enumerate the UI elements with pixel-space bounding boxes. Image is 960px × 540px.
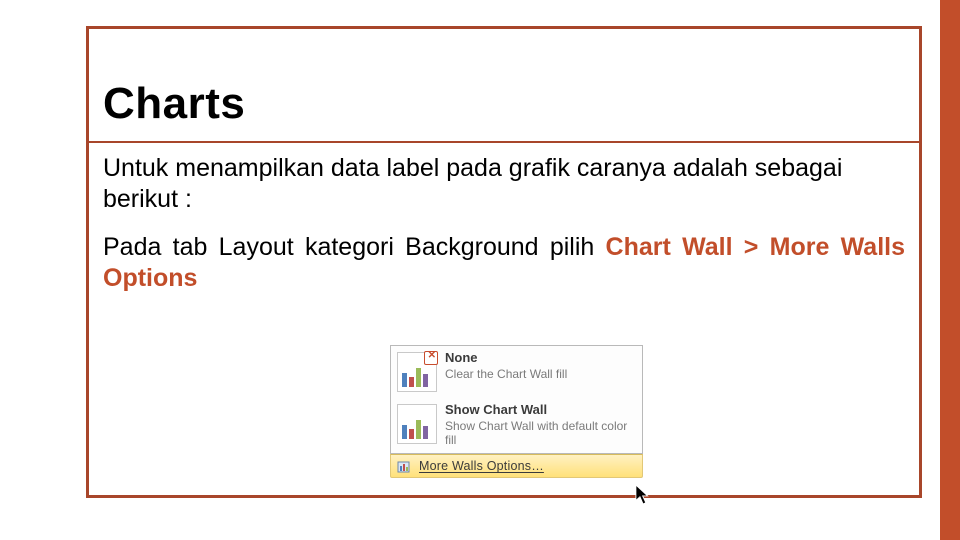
dropdown-item-none-title: None	[445, 350, 634, 366]
content-frame: Charts Untuk menampilkan data label pada…	[86, 26, 922, 498]
paragraph-2-text: Pada tab Layout kategori Background pili…	[103, 233, 606, 261]
dropdown-item-show-title: Show Chart Wall	[445, 402, 634, 418]
slide-title: Charts	[103, 79, 245, 129]
dropdown-item-none-desc: Clear the Chart Wall fill	[445, 367, 634, 381]
dropdown-item-more-options[interactable]: More Walls Options…	[390, 454, 643, 478]
more-walls-icon	[397, 459, 413, 475]
dropdown-item-show-desc: Show Chart Wall with default color fill	[445, 419, 634, 448]
chart-wall-dropdown: None Clear the Chart Wall fill Show Char…	[390, 345, 643, 478]
chart-wall-show-icon	[397, 404, 437, 444]
body-text: Untuk menampilkan data label pada grafik…	[103, 153, 905, 293]
paragraph-2: Pada tab Layout kategori Background pili…	[103, 232, 905, 293]
dropdown-item-none[interactable]: None Clear the Chart Wall fill	[391, 346, 642, 398]
dropdown-panel: None Clear the Chart Wall fill Show Char…	[390, 345, 643, 454]
title-rule	[89, 141, 919, 143]
dropdown-item-show[interactable]: Show Chart Wall Show Chart Wall with def…	[391, 398, 642, 453]
dropdown-item-more-label: More Walls Options…	[419, 459, 544, 473]
cursor-icon	[635, 484, 653, 506]
paragraph-1: Untuk menampilkan data label pada grafik…	[103, 153, 905, 214]
chart-wall-none-icon	[397, 352, 437, 392]
accent-sidebar	[940, 0, 960, 540]
slide: Charts Untuk menampilkan data label pada…	[0, 0, 960, 540]
